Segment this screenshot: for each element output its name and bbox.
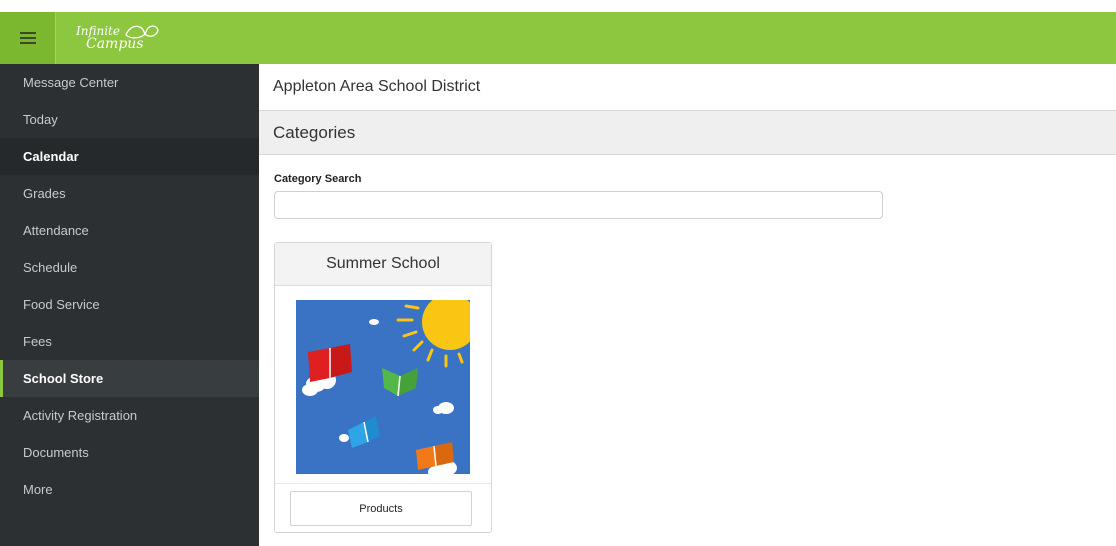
hamburger-menu-button[interactable] bbox=[0, 12, 56, 64]
sidebar-item-label: Attendance bbox=[23, 223, 89, 238]
sidebar-nav: Message Center Today Calendar Grades Att… bbox=[0, 64, 259, 546]
sidebar-item-school-store[interactable]: School Store bbox=[0, 360, 259, 397]
sidebar-item-schedule[interactable]: Schedule bbox=[0, 249, 259, 286]
sidebar-item-label: Food Service bbox=[23, 297, 100, 312]
sidebar-item-documents[interactable]: Documents bbox=[0, 434, 259, 471]
sidebar-item-label: Today bbox=[23, 112, 58, 127]
sidebar-item-label: Schedule bbox=[23, 260, 78, 275]
category-card-title: Summer School bbox=[275, 243, 491, 286]
district-name: Appleton Area School District bbox=[259, 64, 1116, 111]
top-header-bar: Infinite Campus bbox=[0, 12, 1116, 64]
sidebar-item-label: Calendar bbox=[23, 149, 79, 164]
products-button[interactable]: Products bbox=[290, 491, 472, 526]
sidebar-item-fees[interactable]: Fees bbox=[0, 323, 259, 360]
sidebar-item-message-center[interactable]: Message Center bbox=[0, 64, 259, 101]
sidebar-item-calendar[interactable]: Calendar bbox=[0, 138, 259, 175]
main-content: Appleton Area School District Categories… bbox=[259, 64, 1116, 546]
category-search-label: Category Search bbox=[274, 173, 362, 185]
category-search-input[interactable] bbox=[274, 191, 883, 219]
sidebar-item-grades[interactable]: Grades bbox=[0, 175, 259, 212]
sidebar-item-attendance[interactable]: Attendance bbox=[0, 212, 259, 249]
sidebar-item-food-service[interactable]: Food Service bbox=[0, 286, 259, 323]
sidebar-item-label: Message Center bbox=[23, 75, 119, 90]
sidebar-item-label: Fees bbox=[23, 334, 52, 349]
sidebar-item-activity-registration[interactable]: Activity Registration bbox=[0, 397, 259, 434]
page-title: Categories bbox=[259, 111, 1116, 155]
category-card-footer: Products bbox=[275, 483, 491, 533]
hamburger-menu-icon bbox=[19, 31, 36, 45]
sidebar-item-label: More bbox=[23, 482, 53, 497]
sidebar-item-label: Grades bbox=[23, 186, 66, 201]
sidebar-item-label: Documents bbox=[23, 445, 89, 460]
sidebar-item-label: School Store bbox=[23, 371, 104, 386]
sidebar-item-today[interactable]: Today bbox=[0, 101, 259, 138]
sidebar-item-more[interactable]: More bbox=[0, 471, 259, 508]
sidebar-item-label: Activity Registration bbox=[23, 408, 138, 423]
summer-books-illustration bbox=[296, 300, 470, 474]
category-card-summer-school[interactable]: Summer School Products bbox=[274, 242, 492, 533]
infinite-campus-logo[interactable]: Infinite Campus bbox=[70, 20, 190, 56]
